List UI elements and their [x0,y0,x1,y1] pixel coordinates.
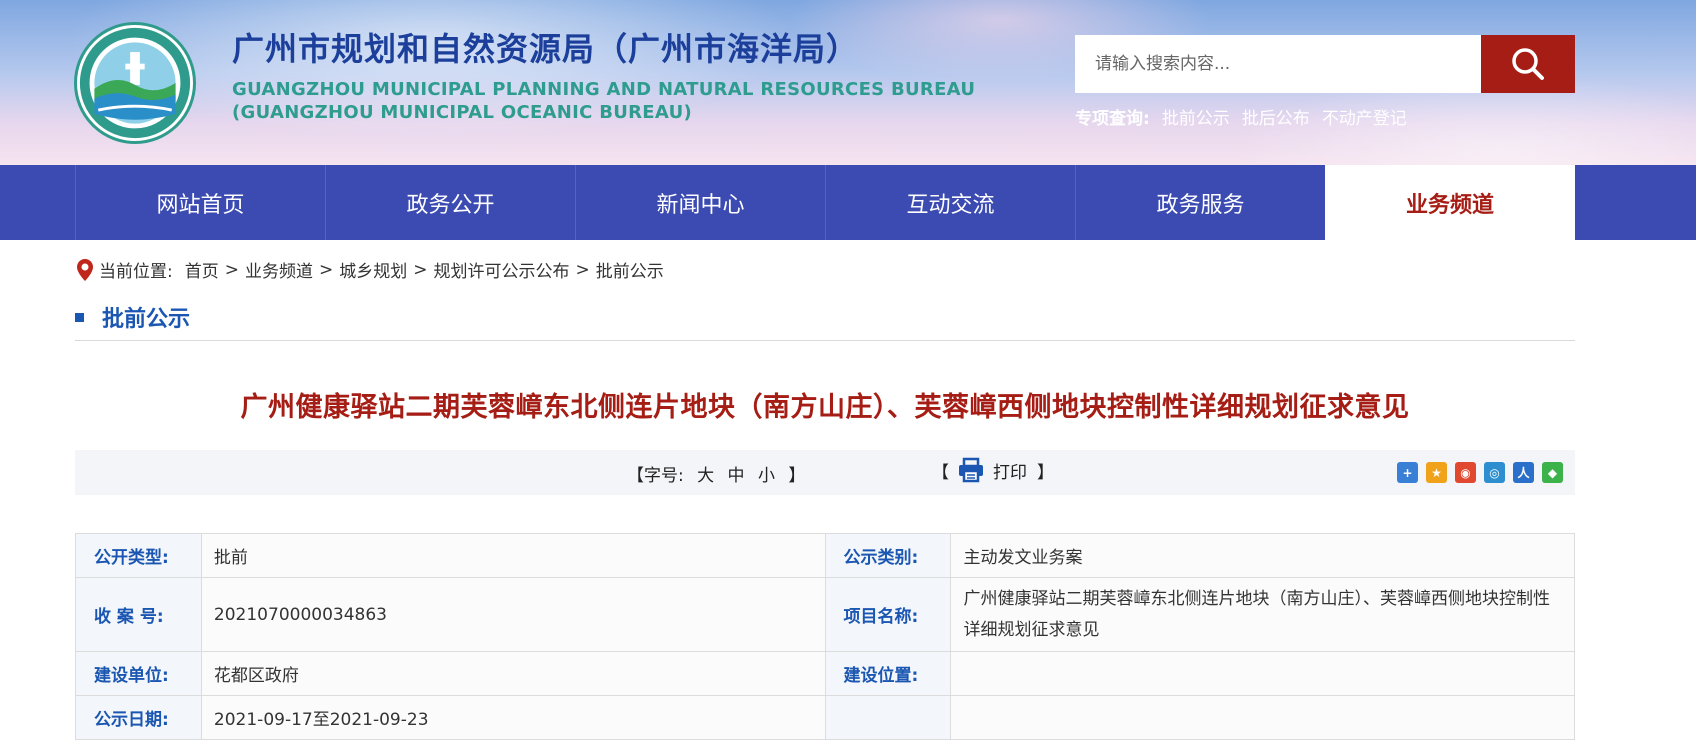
table-row: 公开类型: 批前 公示类别: 主动发文业务案 [75,533,1575,578]
breadcrumb-home[interactable]: 首页 [185,257,219,282]
print-control[interactable]: 【 打印 】 [932,456,1054,484]
info-table: 公开类型: 批前 公示类别: 主动发文业务案 收 案 号: 2021070000… [75,533,1575,740]
info-label: 公开类型: [75,533,202,578]
info-label: 项目名称: [824,577,952,652]
nav-item-news[interactable]: 新闻中心 [575,165,825,240]
printer-icon[interactable] [957,456,985,484]
info-value: 批前 [200,533,826,578]
table-row: 建设单位: 花都区政府 建设位置: [75,651,1575,696]
info-label: 收 案 号: [75,577,202,652]
font-size-control: 【字号: 大 中 小 】 [623,461,809,486]
site-header: 广州市规划和自然资源局（广州市海洋局） GUANGZHOU MUNICIPAL … [0,0,1696,165]
nav-item-home[interactable]: 网站首页 [75,165,325,240]
print-close-bracket: 】 [1037,462,1054,483]
breadcrumb-urban-planning[interactable]: 城乡规划 [339,257,407,282]
quick-link-real-estate[interactable]: 不动产登记 [1322,104,1407,129]
print-open-bracket: 【 [932,462,949,483]
font-size-large[interactable]: 大 [697,466,714,486]
share-buttons: + ★ ◉ ◎ 人 ◆ [1397,462,1563,483]
breadcrumb-label: 当前位置: [99,262,173,282]
section-divider [75,340,1575,341]
font-size-close: 】 [788,466,806,486]
info-value: 2021070000034863 [200,577,826,652]
search-input[interactable] [1075,35,1481,93]
info-label [824,695,952,740]
share-qzone-icon[interactable]: ★ [1426,462,1447,483]
font-size-medium[interactable]: 中 [728,466,745,486]
nav-item-gov-affairs[interactable]: 政务公开 [325,165,575,240]
table-row: 公示日期: 2021-09-17至2021-09-23 [75,695,1575,740]
breadcrumb-separator: > [224,259,239,280]
quick-link-post-approval[interactable]: 批后公布 [1242,104,1310,129]
nav-item-business[interactable]: 业务频道 [1325,165,1575,240]
breadcrumb: 当前位置: 首页 > 业务频道 > 城乡规划 > 规划许可公示公布 > 批前公示 [75,257,664,282]
main-nav: 网站首页 政务公开 新闻中心 互动交流 政务服务 业务频道 [0,165,1696,240]
info-label: 建设位置: [824,651,952,696]
site-title-english-sub: (GUANGZHOU MUNICIPAL OCEANIC BUREAU) [232,102,693,123]
nav-item-interaction[interactable]: 互动交流 [825,165,1075,240]
font-size-label: 【字号: [627,466,684,486]
nav-item-gov-services[interactable]: 政务服务 [1075,165,1325,240]
share-renren-icon[interactable]: 人 [1513,462,1534,483]
font-size-small[interactable]: 小 [758,466,775,486]
info-value: 2021-09-17至2021-09-23 [200,695,826,740]
search-button[interactable] [1481,35,1575,93]
logo-emblem-icon [79,27,191,139]
site-title-english: GUANGZHOU MUNICIPAL PLANNING AND NATURAL… [232,79,976,100]
info-label: 公示类别: [824,533,952,578]
location-pin-icon [77,258,93,281]
breadcrumb-separator: > [413,259,428,280]
breadcrumb-separator: > [575,259,590,280]
breadcrumb-current[interactable]: 批前公示 [596,257,664,282]
table-row: 收 案 号: 2021070000034863 项目名称: 广州健康驿站二期芙蓉… [75,577,1575,652]
share-weibo-icon[interactable]: ◉ [1455,462,1476,483]
quick-links: 专项查询: 批前公示 批后公布 不动产登记 [1075,104,1407,129]
bureau-logo[interactable] [74,22,196,144]
info-label: 公示日期: [75,695,202,740]
breadcrumb-business[interactable]: 业务频道 [245,257,313,282]
article-toolbar: 【字号: 大 中 小 】 【 打印 】 + ★ ◉ ◎ 人 ◆ [75,450,1575,495]
print-label[interactable]: 打印 [993,458,1027,483]
info-value: 主动发文业务案 [950,533,1575,578]
share-tencent-weibo-icon[interactable]: ◎ [1484,462,1505,483]
info-value: 广州健康驿站二期芙蓉嶂东北侧连片地块（南方山庄）、芙蓉嶂西侧地块控制性详细规划征… [950,577,1575,652]
info-label: 建设单位: [75,651,202,696]
info-value [950,651,1575,696]
square-bullet-icon [75,312,84,322]
quick-links-label: 专项查询: [1075,109,1150,129]
search-icon [1512,48,1544,80]
share-wechat-icon[interactable]: ◆ [1542,462,1563,483]
section-title: 批前公示 [75,301,190,333]
quick-link-pre-approval[interactable]: 批前公示 [1162,104,1230,129]
breadcrumb-separator: > [318,259,334,280]
section-title-text: 批前公示 [102,307,191,332]
info-value: 花都区政府 [200,651,826,696]
share-more-icon[interactable]: + [1397,462,1418,483]
site-title: 广州市规划和自然资源局（广州市海洋局） [232,30,860,68]
article-title: 广州健康驿站二期芙蓉嶂东北侧连片地块（南方山庄）、芙蓉嶂西侧地块控制性详细规划征… [240,392,1410,423]
breadcrumb-planning-permits[interactable]: 规划许可公示公布 [433,257,569,282]
info-value [950,695,1575,740]
